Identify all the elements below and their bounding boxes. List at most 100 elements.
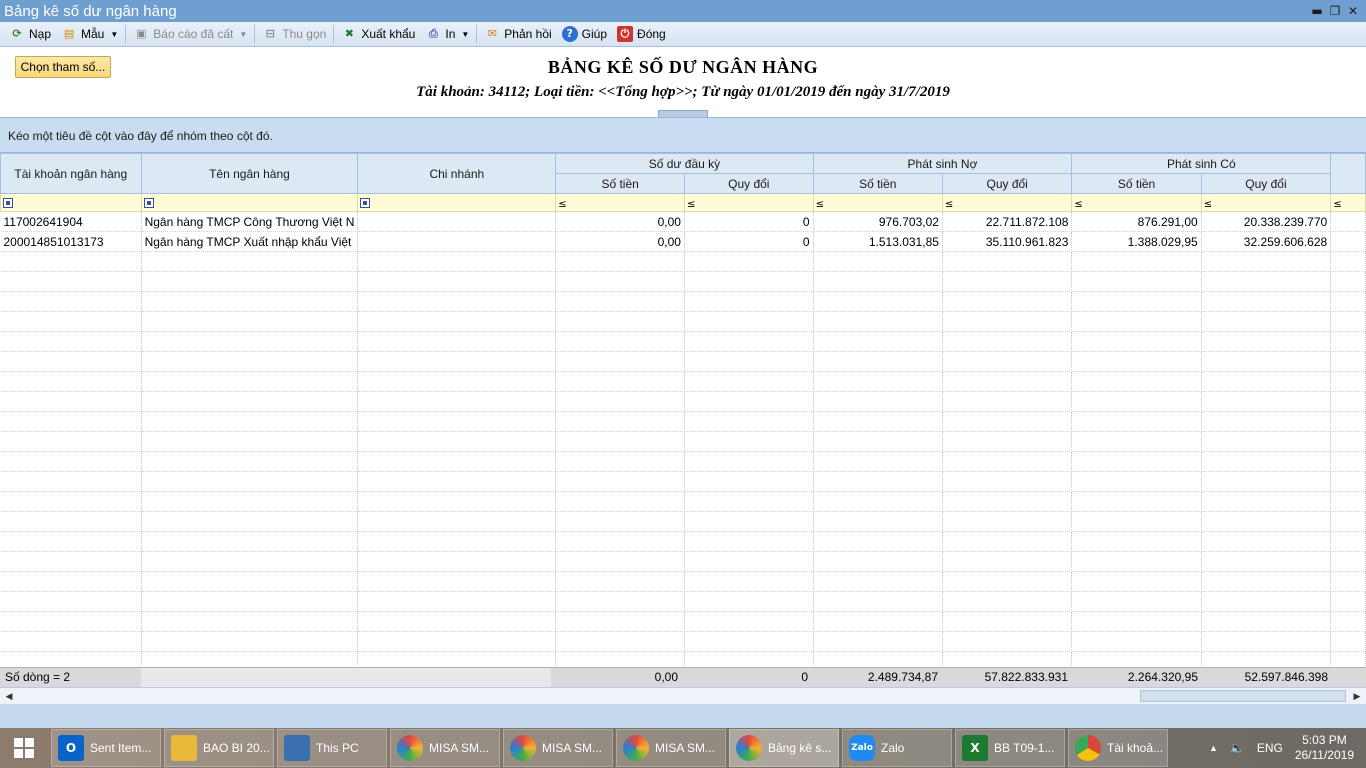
filter-extra[interactable]: ≤ xyxy=(1330,193,1366,212)
filter-credit-amount[interactable]: ≤ xyxy=(1071,193,1202,212)
empty-row xyxy=(0,531,1366,552)
help-button[interactable]: ? Giúp xyxy=(557,23,612,45)
taskbar-item-outlook[interactable]: O Sent Item... xyxy=(51,729,161,767)
taskbar-item-zalo[interactable]: Zalo Zalo xyxy=(842,729,952,767)
filter-credit-converted[interactable]: ≤ xyxy=(1200,193,1332,212)
clock[interactable]: 5:03 PM 26/11/2019 xyxy=(1295,733,1354,763)
filter-bank-name[interactable] xyxy=(140,193,359,212)
empty-cell xyxy=(942,511,1073,532)
start-button[interactable] xyxy=(0,728,48,768)
scrollbar-thumb[interactable] xyxy=(1140,690,1346,702)
empty-cell xyxy=(684,291,814,312)
col-header-branch[interactable]: Chi nhánh xyxy=(357,153,557,194)
row-count: Số dòng = 2 xyxy=(5,670,71,684)
taskbar-item-folder[interactable]: BAO BI 20... xyxy=(164,729,274,767)
table-row[interactable]: 117002641904 Ngân hàng TMCP Công Thương … xyxy=(0,211,1366,232)
empty-cell xyxy=(1330,251,1366,272)
taskbar-item-excel[interactable]: X BB T09-1... xyxy=(955,729,1065,767)
empty-cell xyxy=(1071,651,1202,667)
empty-cell xyxy=(141,471,359,492)
speaker-icon[interactable]: 🔈 xyxy=(1230,741,1245,755)
taskbar-item-misa-1[interactable]: MISA SM... xyxy=(390,729,500,767)
empty-cell xyxy=(1201,391,1332,412)
empty-cell xyxy=(942,251,1073,272)
reload-button[interactable]: ⟳ Nạp xyxy=(4,23,56,45)
col-header-bank-name[interactable]: Tên ngân hàng xyxy=(140,153,359,194)
filter-debit-amount[interactable]: ≤ xyxy=(812,193,943,212)
restore-icon[interactable]: ❐ xyxy=(1326,2,1344,20)
export-button[interactable]: ✖ Xuất khẩu xyxy=(336,23,420,45)
empty-cell xyxy=(555,291,685,312)
empty-cell xyxy=(1330,411,1366,432)
empty-cell xyxy=(1330,391,1366,412)
col-header-open-converted[interactable]: Quy đổi xyxy=(683,173,814,194)
filter-row: ≤ ≤ ≤ ≤ ≤ ≤ ≤ xyxy=(0,193,1366,212)
col-header-credit-amount[interactable]: Số tiền xyxy=(1071,173,1202,194)
chrome-icon xyxy=(1075,735,1101,761)
feedback-button[interactable]: ✉ Phản hồi xyxy=(479,23,556,45)
group-by-panel[interactable]: Kéo một tiêu đề cột vào đây để nhóm theo… xyxy=(0,117,1366,153)
header-collapse-handle[interactable] xyxy=(658,110,708,117)
col-header-debit-converted[interactable]: Quy đổi xyxy=(941,173,1073,194)
print-button[interactable]: ⎙ In ▼ xyxy=(420,23,474,45)
filter-open-converted[interactable]: ≤ xyxy=(683,193,814,212)
help-label: Giúp xyxy=(581,27,608,41)
empty-cell xyxy=(942,411,1073,432)
empty-cell xyxy=(1071,351,1202,372)
col-header-credit-converted[interactable]: Quy đổi xyxy=(1200,173,1332,194)
horizontal-scrollbar[interactable]: ◀ ▶ xyxy=(0,687,1366,704)
feedback-label: Phản hồi xyxy=(504,27,552,41)
scroll-left-icon[interactable]: ◀ xyxy=(2,688,16,704)
refresh-icon: ⟳ xyxy=(12,27,22,40)
filter-account[interactable] xyxy=(0,193,142,212)
saved-reports-button[interactable]: ▣ Báo cáo đã cất ▼ xyxy=(128,23,252,45)
taskbar-item-misa-2[interactable]: MISA SM... xyxy=(503,729,613,767)
less-equal-icon: ≤ xyxy=(1074,198,1083,210)
filter-open-amount[interactable]: ≤ xyxy=(555,193,685,212)
empty-cell xyxy=(141,651,359,667)
empty-cell xyxy=(813,351,943,372)
empty-cell xyxy=(357,251,557,272)
grid-footer: Số dòng = 2 0,00 0 2.489.734,87 57.822.8… xyxy=(0,667,1366,687)
cell-open-converted: 0 xyxy=(684,211,814,232)
cell-debit-converted: 35.110.961.823 xyxy=(942,231,1073,252)
col-header-account[interactable]: Tài khoản ngân hàng xyxy=(0,153,142,194)
empty-cell xyxy=(813,291,943,312)
language-indicator[interactable]: ENG xyxy=(1257,741,1283,755)
filter-branch[interactable] xyxy=(357,193,557,212)
total-open-amount: 0,00 xyxy=(654,670,678,684)
taskbar-item-bang-ke[interactable]: Bảng kê s... xyxy=(729,729,839,767)
tray-chevron-up-icon[interactable]: ▲ xyxy=(1209,743,1218,753)
taskbar-item-misa-3[interactable]: MISA SM... xyxy=(616,729,726,767)
empty-cell xyxy=(813,511,943,532)
taskbar-item-chrome[interactable]: Tài khoả... xyxy=(1068,729,1168,767)
col-header-debit-amount[interactable]: Số tiền xyxy=(812,173,943,194)
empty-cell xyxy=(357,431,557,452)
collapse-button[interactable]: ⊟ Thu gọn xyxy=(257,23,331,45)
empty-cell xyxy=(684,651,814,667)
filter-debit-converted[interactable]: ≤ xyxy=(941,193,1073,212)
empty-cell xyxy=(684,491,814,512)
empty-cell xyxy=(555,591,685,612)
template-button[interactable]: ▤ Mẫu ▼ xyxy=(56,23,123,45)
col-header-open-amount[interactable]: Số tiền xyxy=(555,173,685,194)
scroll-right-icon[interactable]: ▶ xyxy=(1350,688,1364,704)
taskbar-item-this-pc[interactable]: This PC xyxy=(277,729,387,767)
empty-cell xyxy=(942,591,1073,612)
empty-row xyxy=(0,331,1366,352)
empty-cell xyxy=(813,611,943,632)
empty-cell xyxy=(1330,591,1366,612)
total-debit-amount: 2.489.734,87 xyxy=(867,670,938,684)
col-header-extra xyxy=(1330,153,1366,194)
table-row[interactable]: 200014851013173 Ngân hàng TMCP Xuất nhập… xyxy=(0,231,1366,252)
empty-cell xyxy=(684,591,814,612)
status-area xyxy=(0,704,1366,728)
minimize-icon[interactable]: ▬ xyxy=(1308,2,1326,20)
empty-cell xyxy=(684,611,814,632)
collapse-label: Thu gọn xyxy=(282,27,327,41)
less-equal-icon: ≤ xyxy=(558,198,567,210)
empty-cell xyxy=(813,531,943,552)
close-report-button[interactable]: ⏻ Đóng xyxy=(612,23,671,45)
empty-cell xyxy=(555,251,685,272)
close-icon[interactable]: ✕ xyxy=(1344,2,1362,20)
